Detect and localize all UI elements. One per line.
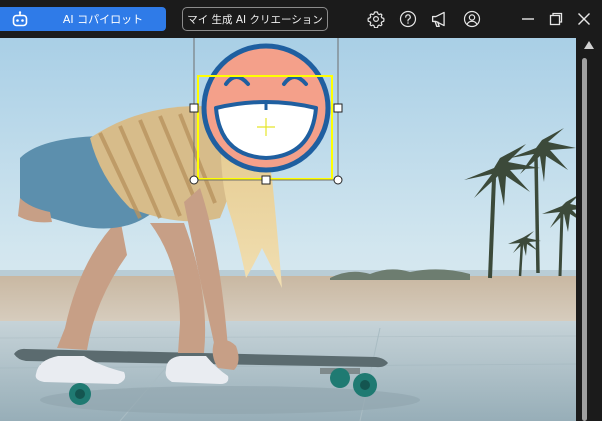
ai-copilot-button[interactable]: AI コパイロット [40, 7, 166, 31]
image-canvas[interactable] [0, 38, 576, 421]
resize-handle-right[interactable] [333, 103, 343, 113]
announcement-button[interactable] [430, 9, 450, 29]
smiley-sticker[interactable] [201, 43, 331, 173]
settings-button[interactable] [366, 9, 386, 29]
user-icon [463, 10, 481, 28]
triangle-up-icon [584, 41, 594, 49]
close-icon [578, 13, 590, 25]
resize-handle-left[interactable] [189, 103, 199, 113]
minimize-icon [522, 18, 534, 20]
my-ai-creation-button[interactable]: マイ 生成 AI クリエーション [182, 7, 328, 31]
restore-button[interactable] [546, 9, 566, 29]
ai-copilot-label: AI コパイロット [62, 13, 144, 26]
selection-overlay [189, 38, 343, 185]
title-bar: AI コパイロット マイ 生成 AI クリエーション [0, 0, 602, 38]
gear-icon [367, 11, 385, 28]
account-button[interactable] [462, 9, 482, 29]
restore-icon [549, 12, 563, 26]
scroll-up-button[interactable] [583, 40, 595, 50]
ai-copilot-robot-button[interactable] [0, 7, 40, 31]
help-button[interactable] [398, 9, 418, 29]
robot-icon [12, 11, 28, 27]
my-ai-creation-label: マイ 生成 AI クリエーション [187, 13, 323, 26]
vertical-scrollbar[interactable] [577, 38, 602, 421]
corner-handle-bottom-right[interactable] [333, 175, 343, 185]
close-button[interactable] [574, 9, 594, 29]
scroll-thumb[interactable] [582, 58, 587, 421]
help-icon [399, 10, 417, 28]
corner-handle-bottom-left[interactable] [189, 175, 199, 185]
resize-handle-bottom[interactable] [261, 175, 271, 185]
minimize-button[interactable] [518, 9, 538, 29]
megaphone-icon [431, 11, 445, 28]
